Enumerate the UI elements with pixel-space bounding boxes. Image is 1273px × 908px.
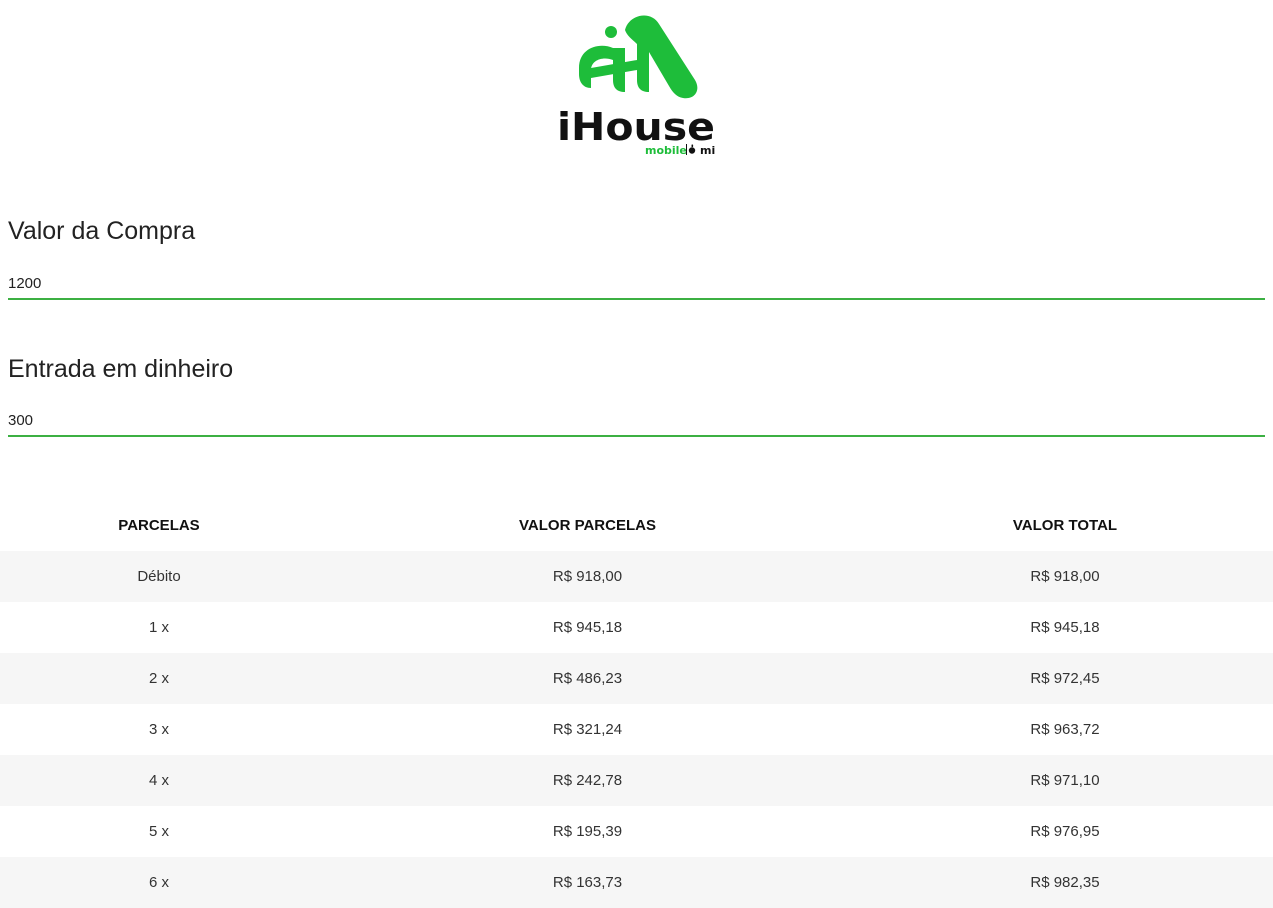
installment-count: 2 x (148, 670, 169, 687)
installment-value: R$ 163,73 (552, 874, 623, 891)
header-valor-parcelas: VALOR PARCELAS (519, 517, 656, 534)
installment-count: 3 x (148, 721, 169, 738)
installment-total: R$ 982,35 (1030, 874, 1100, 891)
installment-value: R$ 918,00 (552, 568, 623, 585)
installment-total: R$ 972,45 (1030, 670, 1100, 687)
installment-value: R$ 945,18 (552, 619, 623, 636)
logo-sub-brand: mi (700, 144, 715, 157)
installment-total: R$ 971,10 (1030, 772, 1100, 789)
installment-total: R$ 963,72 (1030, 721, 1100, 738)
table-row: 4 x R$ 242,78 R$ 971,10 (0, 755, 1273, 806)
table-header-row: PARCELAS VALOR PARCELAS VALOR TOTAL (0, 500, 1273, 551)
installment-total: R$ 945,18 (1030, 619, 1100, 636)
ihouse-logo-graphic: iHouse mobile mi (557, 15, 715, 157)
table-row: 5 x R$ 195,39 R$ 976,95 (0, 806, 1273, 857)
installment-value: R$ 242,78 (552, 772, 623, 789)
purchase-value-input[interactable] (8, 268, 1265, 300)
ihouse-logo: iHouse mobile mi (555, 8, 719, 160)
installments-table: PARCELAS VALOR PARCELAS VALOR TOTAL Débi… (0, 500, 1273, 908)
installment-value: R$ 195,39 (552, 823, 623, 840)
table-row: 6 x R$ 163,73 R$ 982,35 (0, 857, 1273, 908)
logo-wordmark: iHouse (557, 105, 715, 149)
purchase-value-label: Valor da Compra (8, 217, 196, 245)
installment-total: R$ 918,00 (1030, 568, 1100, 585)
installment-count: Débito (137, 568, 181, 585)
installment-count: 1 x (148, 619, 169, 636)
logo-tagline: mobile (645, 144, 687, 157)
installment-count: 6 x (148, 874, 169, 891)
header-valor-total: VALOR TOTAL (1012, 517, 1118, 534)
installment-value: R$ 486,23 (552, 670, 623, 687)
table-row: 1 x R$ 945,18 R$ 945,18 (0, 602, 1273, 653)
down-payment-input[interactable] (8, 405, 1265, 437)
installment-total: R$ 976,95 (1030, 823, 1100, 840)
installment-count: 4 x (148, 772, 169, 789)
table-row: 2 x R$ 486,23 R$ 972,45 (0, 653, 1273, 704)
table-row: 3 x R$ 321,24 R$ 963,72 (0, 704, 1273, 755)
installment-value: R$ 321,24 (552, 721, 623, 738)
table-row: Débito R$ 918,00 R$ 918,00 (0, 551, 1273, 602)
installment-count: 5 x (148, 823, 169, 840)
header-parcelas: PARCELAS (118, 517, 200, 534)
down-payment-label: Entrada em dinheiro (8, 355, 234, 383)
